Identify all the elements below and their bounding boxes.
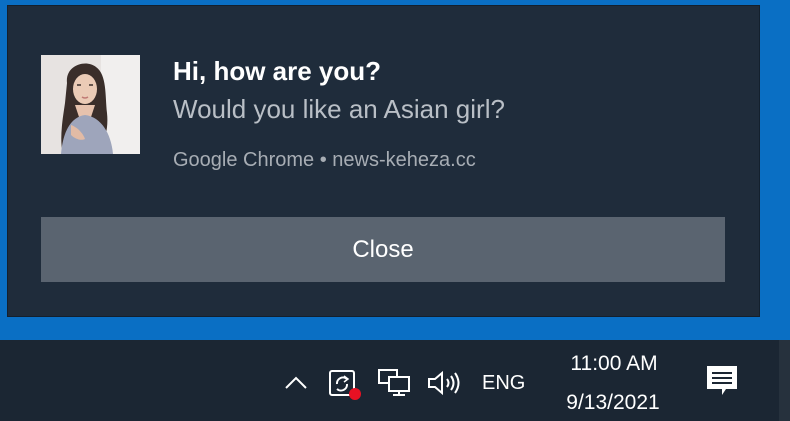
chevron-up-icon[interactable]: [282, 370, 310, 394]
clock-time: 11:00 AM: [570, 352, 658, 375]
volume-icon[interactable]: [425, 368, 463, 398]
toast-notification[interactable]: Hi, how are you? Would you like an Asian…: [8, 6, 759, 316]
profile-photo-icon: [41, 55, 140, 154]
language-indicator[interactable]: ENG: [482, 372, 525, 395]
notification-attribution: Google Chrome • news-keheza.cc: [173, 149, 476, 171]
close-button[interactable]: Close: [41, 217, 725, 282]
network-icon[interactable]: [376, 366, 412, 398]
alert-badge-icon: [349, 388, 361, 400]
clock-date: 9/13/2021: [566, 391, 660, 414]
show-desktop-button[interactable]: [779, 340, 790, 421]
notification-message: Would you like an Asian girl?: [173, 94, 505, 124]
notification-icon[interactable]: [703, 362, 743, 400]
update-icon[interactable]: [327, 366, 363, 402]
notification-title: Hi, how are you?: [173, 56, 382, 86]
